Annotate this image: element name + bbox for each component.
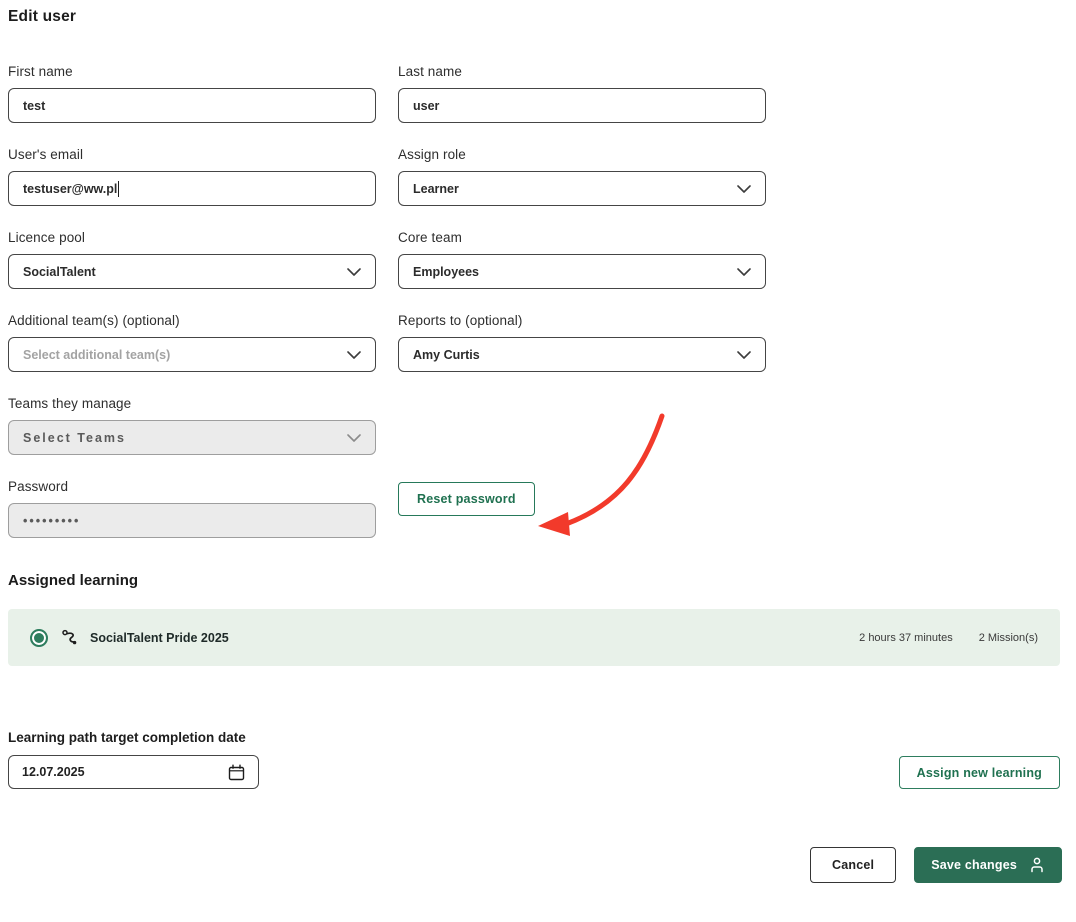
email-label: User's email <box>8 147 376 162</box>
save-changes-label: Save changes <box>931 858 1017 872</box>
licence-pool-value: SocialTalent <box>23 265 96 279</box>
last-name-label: Last name <box>398 64 766 79</box>
teams-they-manage-field-group: Teams they manage Select Teams <box>8 396 376 455</box>
email-field-group: User's email testuser@ww.pl <box>8 147 376 206</box>
email-value: testuser@ww.pl <box>23 182 117 196</box>
first-name-input[interactable]: test <box>8 88 376 123</box>
text-cursor <box>118 181 119 197</box>
teams-they-manage-label: Teams they manage <box>8 396 376 411</box>
additional-teams-label: Additional team(s) (optional) <box>8 313 376 328</box>
first-name-field-group: First name test <box>8 64 376 123</box>
password-masked-value: ••••••••• <box>23 514 80 528</box>
core-team-value: Employees <box>413 265 479 279</box>
assigned-learning-row[interactable]: SocialTalent Pride 2025 2 hours 37 minut… <box>8 609 1060 666</box>
email-input[interactable]: testuser@ww.pl <box>8 171 376 206</box>
licence-pool-select[interactable]: SocialTalent <box>8 254 376 289</box>
chevron-down-icon <box>737 185 751 193</box>
teams-they-manage-select: Select Teams <box>8 420 376 455</box>
chevron-down-icon <box>347 434 361 442</box>
completion-date-label: Learning path target completion date <box>8 730 259 745</box>
licence-pool-field-group: Licence pool SocialTalent <box>8 230 376 289</box>
user-icon <box>1029 857 1045 873</box>
core-team-label: Core team <box>398 230 766 245</box>
first-name-label: First name <box>8 64 376 79</box>
core-team-field-group: Core team Employees <box>398 230 766 289</box>
chevron-down-icon <box>737 268 751 276</box>
licence-pool-label: Licence pool <box>8 230 376 245</box>
footer-actions: Cancel Save changes <box>8 847 1068 883</box>
completion-date-row: Learning path target completion date 12.… <box>8 728 1060 789</box>
form-left-column: First name test User's email testuser@ww… <box>8 64 376 562</box>
page-title: Edit user <box>8 8 1068 26</box>
save-changes-button[interactable]: Save changes <box>914 847 1062 883</box>
assigned-learning-heading: Assigned learning <box>8 572 1068 589</box>
edit-user-form: First name test User's email testuser@ww… <box>8 64 1068 562</box>
additional-teams-select[interactable]: Select additional team(s) <box>8 337 376 372</box>
core-team-select[interactable]: Employees <box>398 254 766 289</box>
teams-they-manage-placeholder: Select Teams <box>23 431 126 445</box>
reports-to-label: Reports to (optional) <box>398 313 766 328</box>
last-name-input[interactable]: user <box>398 88 766 123</box>
assign-new-learning-button[interactable]: Assign new learning <box>899 756 1060 789</box>
password-input: ••••••••• <box>8 503 376 538</box>
learning-meta: 2 hours 37 minutes 2 Mission(s) <box>859 632 1038 644</box>
reset-password-button[interactable]: Reset password <box>398 482 535 516</box>
completion-date-value: 12.07.2025 <box>22 765 85 779</box>
learning-selected-radio[interactable] <box>30 629 48 647</box>
additional-teams-field-group: Additional team(s) (optional) Select add… <box>8 313 376 372</box>
reset-password-wrap: Reset password <box>398 482 766 516</box>
assign-role-label: Assign role <box>398 147 766 162</box>
additional-teams-placeholder: Select additional team(s) <box>23 348 170 362</box>
last-name-value: user <box>413 99 439 113</box>
chevron-down-icon <box>737 351 751 359</box>
completion-date-input[interactable]: 12.07.2025 <box>8 755 259 789</box>
assign-role-select[interactable]: Learner <box>398 171 766 206</box>
learning-path-route-icon <box>61 629 78 646</box>
form-right-column: Last name user Assign role Learner Core … <box>398 64 766 562</box>
first-name-value: test <box>23 99 45 113</box>
assign-role-value: Learner <box>413 182 459 196</box>
password-label: Password <box>8 479 376 494</box>
edit-user-page: Edit user First name test User's email t… <box>0 0 1076 883</box>
reports-to-field-group: Reports to (optional) Amy Curtis <box>398 313 766 372</box>
cancel-button[interactable]: Cancel <box>810 847 896 883</box>
learning-duration: 2 hours 37 minutes <box>859 632 953 644</box>
calendar-icon[interactable] <box>228 764 245 781</box>
reports-to-select[interactable]: Amy Curtis <box>398 337 766 372</box>
chevron-down-icon <box>347 351 361 359</box>
password-field-group: Password ••••••••• <box>8 479 376 538</box>
assign-role-field-group: Assign role Learner <box>398 147 766 206</box>
last-name-field-group: Last name user <box>398 64 766 123</box>
learning-missions: 2 Mission(s) <box>979 632 1038 644</box>
reports-to-value: Amy Curtis <box>413 348 480 362</box>
completion-date-group: Learning path target completion date 12.… <box>8 730 259 789</box>
learning-title: SocialTalent Pride 2025 <box>90 631 229 645</box>
chevron-down-icon <box>347 268 361 276</box>
